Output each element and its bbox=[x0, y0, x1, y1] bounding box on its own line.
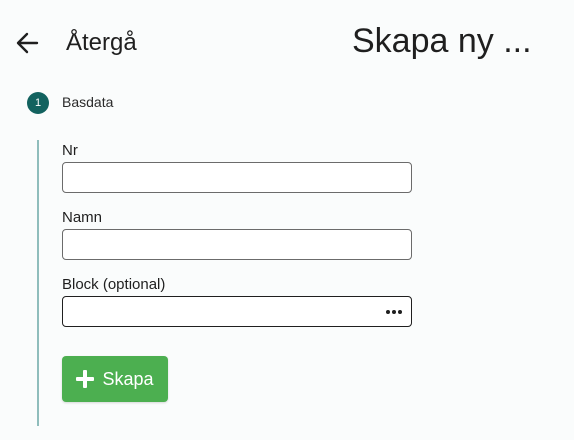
create-button[interactable]: Skapa bbox=[62, 356, 168, 402]
create-button-label: Skapa bbox=[102, 368, 154, 389]
more-horizontal-icon[interactable] bbox=[382, 302, 406, 322]
arrow-left-icon bbox=[16, 32, 39, 54]
namn-field[interactable] bbox=[62, 229, 412, 260]
plus-icon bbox=[76, 370, 95, 388]
step-connector-line bbox=[37, 140, 39, 426]
nr-label: Nr bbox=[62, 142, 78, 159]
nr-field[interactable] bbox=[62, 162, 412, 193]
step-number-badge: 1 bbox=[27, 92, 49, 114]
back-label[interactable]: Återgå bbox=[66, 29, 137, 57]
block-field[interactable] bbox=[62, 296, 412, 327]
page-title: Skapa ny ... bbox=[352, 22, 532, 60]
block-label: Block (optional) bbox=[62, 276, 166, 293]
namn-label: Namn bbox=[62, 209, 103, 226]
step-label: Basdata bbox=[62, 94, 114, 110]
back-button[interactable] bbox=[12, 30, 42, 56]
create-form-page: Återgå Skapa ny ... 1 Basdata Nr Namn Bl… bbox=[0, 0, 574, 440]
